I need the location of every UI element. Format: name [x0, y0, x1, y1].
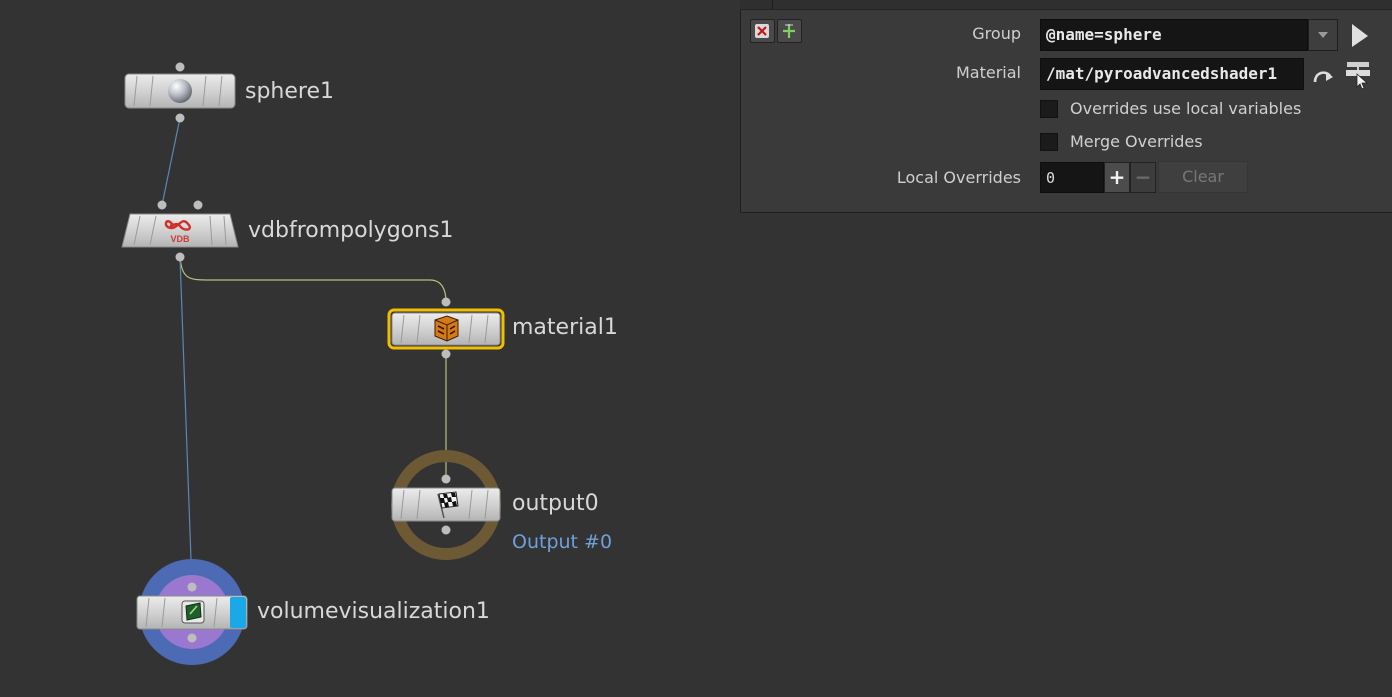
wire-sphere-to-vdb[interactable]	[161, 117, 181, 206]
group-label: Group	[972, 24, 1021, 43]
input-connector[interactable]	[441, 474, 451, 484]
output-connector[interactable]	[175, 113, 185, 123]
wire-vdb-to-material[interactable]	[179, 256, 447, 303]
sphere-icon	[168, 79, 192, 103]
dropdown-arrow-icon	[1318, 32, 1328, 38]
parameter-frame-header	[740, 0, 1392, 10]
output-connector[interactable]	[175, 252, 185, 262]
vdb-icon-text: VDB	[170, 234, 190, 244]
node-label-material1: material1	[512, 315, 618, 340]
wire-vdb-to-volvis[interactable]	[179, 256, 193, 588]
material-path-field[interactable]: /mat/pyroadvancedshader1	[1040, 58, 1304, 90]
remove-last-override-button[interactable]: −	[1130, 162, 1156, 193]
group-field[interactable]: @name=sphere	[1040, 19, 1308, 51]
output-connector[interactable]	[441, 525, 451, 535]
output-connector[interactable]	[187, 633, 197, 643]
material-chooser-button[interactable]	[1343, 58, 1373, 90]
node-vdbfrompolygons1[interactable]: VDB	[121, 200, 239, 262]
material-jump-button[interactable]	[1310, 60, 1338, 90]
output-connector[interactable]	[441, 349, 451, 359]
insert-override-button[interactable]	[777, 19, 802, 43]
merge-overrides-checkbox[interactable]	[1040, 133, 1058, 151]
material-cube-icon	[434, 315, 459, 342]
node-material1[interactable]	[387, 297, 505, 359]
group-select-button[interactable]	[1346, 20, 1372, 50]
node-chooser-icon	[1346, 62, 1370, 90]
clear-overrides-button[interactable]: Clear	[1158, 161, 1248, 193]
node-label-sphere1: sphere1	[245, 79, 334, 104]
material-label: Material	[956, 63, 1021, 82]
merge-overrides-label: Merge Overrides	[1070, 132, 1203, 151]
arrow-pointer-icon	[1352, 24, 1368, 47]
add-override-button[interactable]: +	[1104, 162, 1130, 193]
node-label-output0: output0	[512, 491, 599, 516]
jump-arrow-icon	[1313, 71, 1333, 83]
input-connector[interactable]	[157, 200, 167, 210]
x-icon	[755, 24, 769, 38]
node-sphere1[interactable]	[124, 62, 236, 123]
display-flag[interactable]	[230, 597, 246, 628]
insert-plus-icon	[783, 24, 795, 38]
node-volumevisualization1[interactable]	[136, 559, 248, 665]
overrides-local-variables-checkbox[interactable]	[1040, 100, 1058, 118]
input-connector[interactable]	[175, 62, 185, 72]
local-overrides-count-field[interactable]: 0	[1040, 162, 1104, 193]
input-connector[interactable]	[441, 297, 451, 307]
node-label-vdbfrompolygons1: vdbfrompolygons1	[248, 218, 454, 243]
overrides-local-variables-label: Overrides use local variables	[1070, 99, 1302, 118]
local-overrides-label: Local Overrides	[896, 168, 1021, 187]
input-connector[interactable]	[193, 200, 203, 210]
node-label-volumevisualization1: volumevisualization1	[257, 599, 490, 624]
group-dropdown-button[interactable]	[1308, 19, 1338, 51]
input-connector[interactable]	[187, 582, 197, 592]
volume-visualization-icon	[181, 600, 205, 624]
remove-override-button[interactable]	[750, 19, 775, 43]
node-sublabel-output-index: Output #0	[512, 531, 613, 553]
parameter-panel: Group @name=sphere Material /mat/pyroadv…	[714, 0, 1392, 213]
